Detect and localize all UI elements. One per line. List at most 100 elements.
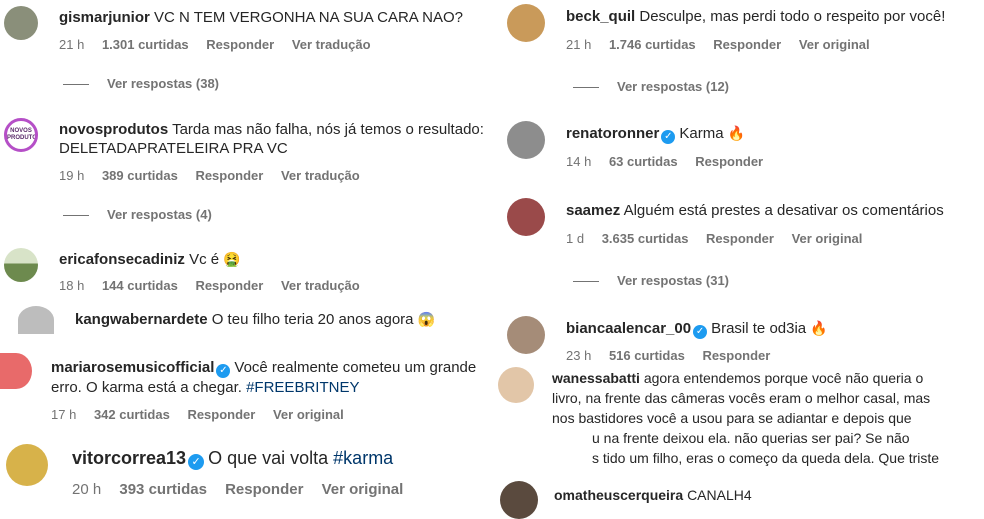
timestamp: 14 h [566, 154, 592, 169]
avatar[interactable] [4, 6, 38, 40]
username[interactable]: biancaalencar_00 [566, 320, 691, 337]
comment-text: Vc é [189, 251, 220, 268]
comment-mariarosemusicofficial: mariarosemusicofficial ✓ Você realmente co… [0, 345, 490, 430]
comment-text: CANALH4 [687, 487, 752, 503]
comment-text: Tarda mas não falha, nós já temos o resu… [172, 121, 484, 138]
timestamp: 21 h [59, 37, 85, 52]
comment-text-line1: agora entendemos porque você não queria … [643, 370, 924, 386]
comment-saamez: saamez Alguém está prestes a desativar o… [494, 190, 984, 295]
comment-gismarjunior: gismarjunior VC N TEM VERGONHA NA SUA CA… [0, 0, 490, 100]
comment-kangwabernardete: kangwabernardete O teu filho teria 20 an… [0, 300, 490, 340]
avatar[interactable] [507, 4, 545, 42]
fire-icon: 🔥 [810, 320, 828, 336]
nauseated-face-icon: 🤮 [223, 251, 241, 267]
translate-link[interactable]: Ver original [799, 37, 870, 52]
reply-button[interactable]: Responder [195, 168, 263, 183]
like-count[interactable]: 516 curtidas [609, 348, 685, 363]
hashtag-link[interactable]: #karma [333, 448, 393, 468]
like-count[interactable]: 3.635 curtidas [602, 231, 689, 246]
verified-badge-icon: ✓ [216, 364, 231, 378]
comment-biancaalencar_00: biancaalencar_00 ✓ Brasil te od3ia 🔥 23 h … [494, 307, 984, 367]
comment-omatheuscerqueira: omatheuscerqueira CANALH4 [494, 475, 984, 519]
username[interactable]: ericafonsecadiniz [59, 251, 185, 268]
translate-link[interactable]: Ver original [322, 481, 404, 498]
comment-text-line2: livro, na frente das câmeras vocês eram … [552, 390, 931, 406]
like-count[interactable]: 1.746 curtidas [609, 37, 696, 52]
comment-text: Desculpe, mas perdi todo o respeito por … [639, 8, 946, 25]
like-count[interactable]: 393 curtidas [119, 481, 207, 498]
comment-text-line2: DELETADAPRATELEIRA PRA VC [59, 140, 288, 157]
timestamp: 17 h [51, 407, 77, 422]
translate-link[interactable]: Ver original [792, 231, 863, 246]
comment-text: Você realmente cometeu um grande [234, 359, 477, 376]
comment-text-line3: nos bastidores você a usou para se adian… [552, 410, 912, 426]
like-count[interactable]: 342 curtidas [94, 407, 170, 422]
screaming-face-icon: 😱 [417, 311, 436, 327]
verified-badge-icon: ✓ [661, 130, 676, 144]
translate-link[interactable]: Ver tradução [292, 37, 371, 52]
reply-button[interactable]: Responder [706, 231, 774, 246]
avatar[interactable]: NOVOS PRODUTOS [4, 118, 38, 152]
username[interactable]: mariarosemusicofficial [51, 359, 214, 376]
like-count[interactable]: 144 curtidas [102, 278, 178, 293]
translate-link[interactable]: Ver tradução [281, 168, 360, 183]
view-replies-button[interactable]: Ver respostas (12) [573, 79, 729, 95]
avatar[interactable] [507, 316, 545, 354]
username[interactable]: gismarjunior [59, 9, 150, 26]
translate-link[interactable]: Ver original [273, 407, 344, 422]
like-count[interactable]: 389 curtidas [102, 168, 178, 183]
comment-text: Karma [679, 125, 724, 142]
avatar[interactable] [507, 198, 545, 236]
like-count[interactable]: 63 curtidas [609, 154, 678, 169]
avatar[interactable] [4, 248, 38, 282]
reply-button[interactable]: Responder [702, 348, 770, 363]
comment-text-line4: u na frente deixou ela. não querias ser … [592, 430, 910, 446]
comment-text: Brasil te od3ia [711, 320, 807, 337]
comment-novosprodutos: NOVOS PRODUTOS novosprodutos Tarda mas nã… [0, 110, 490, 230]
reply-button[interactable]: Responder [187, 407, 255, 422]
translate-link[interactable]: Ver tradução [281, 278, 360, 293]
comment-text: O que vai volta [208, 448, 329, 468]
username[interactable]: beck_quil [566, 8, 635, 25]
username[interactable]: omatheuscerqueira [554, 487, 683, 503]
reply-button[interactable]: Responder [713, 37, 781, 52]
verified-badge-icon: ✓ [188, 454, 205, 470]
avatar[interactable] [500, 481, 538, 519]
like-count[interactable]: 1.301 curtidas [102, 37, 189, 52]
timestamp: 21 h [566, 37, 592, 52]
comment-wanessabatti: wanessabatti agora entendemos porque voc… [494, 365, 984, 470]
timestamp: 23 h [566, 348, 592, 363]
avatar[interactable] [498, 367, 534, 403]
username[interactable]: novosprodutos [59, 121, 168, 138]
reply-button[interactable]: Responder [195, 278, 263, 293]
username[interactable]: renatoronner [566, 125, 659, 142]
comment-text-line5: s tido um filho, eras o começo da queda … [592, 450, 940, 466]
timestamp: 20 h [72, 481, 102, 498]
timestamp: 19 h [59, 168, 85, 183]
hashtag-link[interactable]: #FREEBRITNEY [246, 379, 359, 396]
reply-button[interactable]: Responder [695, 154, 763, 169]
username[interactable]: kangwabernardete [75, 311, 208, 328]
comment-vitorcorrea13: vitorcorrea13 ✓ O que vai volta #karma 20 … [0, 435, 490, 514]
username[interactable]: vitorcorrea13 [72, 448, 186, 468]
comment-text: O teu filho teria 20 anos agora [211, 311, 414, 328]
view-replies-button[interactable]: Ver respostas (4) [63, 207, 212, 223]
comment-text-line2: erro. O karma está a chegar. [51, 379, 242, 396]
reply-button[interactable]: Responder [206, 37, 274, 52]
fire-icon: 🔥 [727, 125, 746, 141]
view-replies-button[interactable]: Ver respostas (38) [63, 76, 219, 92]
comment-ericafonsecadiniz: ericafonsecadiniz Vc é 🤮 18 h 144 curtid… [0, 240, 490, 300]
username[interactable]: saamez [566, 202, 620, 219]
username[interactable]: wanessabatti [552, 370, 640, 386]
verified-badge-icon: ✓ [693, 325, 708, 339]
avatar[interactable] [6, 444, 48, 486]
timestamp: 18 h [59, 278, 85, 293]
timestamp: 1 d [566, 231, 585, 246]
comment-text: Alguém está prestes a desativar os comen… [623, 202, 944, 219]
view-replies-button[interactable]: Ver respostas (31) [573, 273, 729, 289]
reply-button[interactable]: Responder [225, 481, 303, 498]
avatar[interactable] [18, 306, 54, 334]
avatar[interactable] [507, 121, 545, 159]
comment-beck_quil: beck_quil Desculpe, mas perdi todo o res… [494, 0, 984, 100]
avatar[interactable] [0, 353, 32, 389]
